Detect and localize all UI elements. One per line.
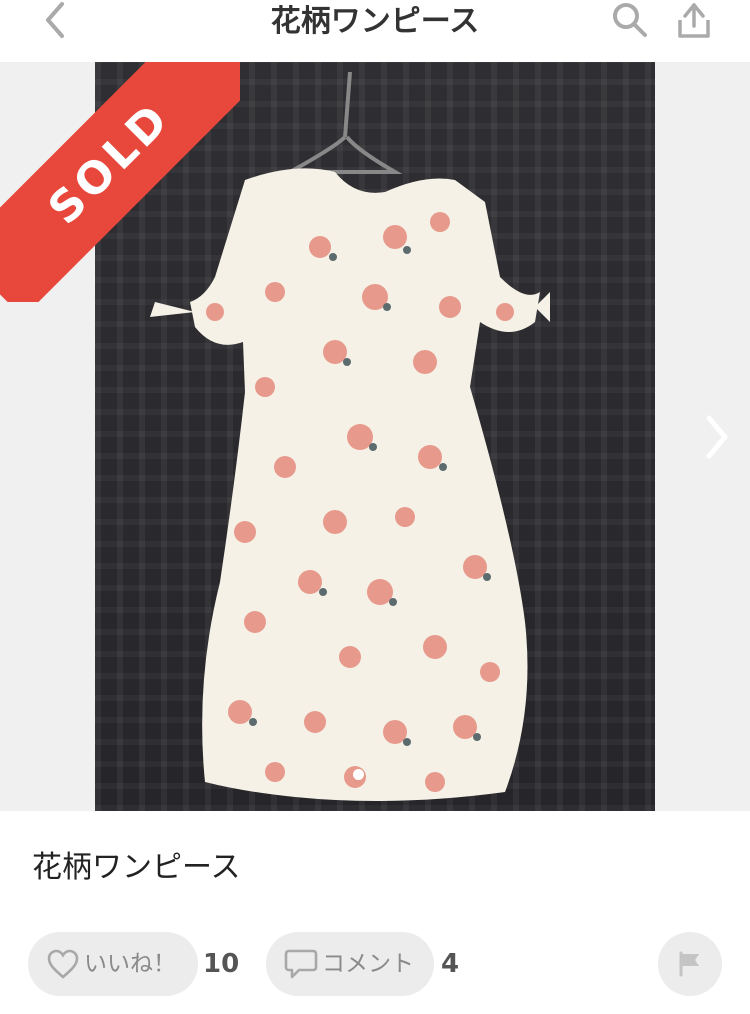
comment-count: 4 [441, 949, 460, 979]
item-name: 花柄ワンピース [32, 850, 241, 885]
share-icon [678, 3, 710, 38]
report-button[interactable] [658, 932, 722, 996]
image-gallery[interactable]: SOLD [0, 62, 750, 811]
like-count: 10 [203, 949, 240, 979]
search-icon [613, 3, 647, 37]
share-button[interactable] [672, 0, 716, 40]
like-button[interactable]: いいね！ [28, 932, 198, 996]
sold-label: SOLD [0, 62, 240, 302]
speech-bubble-icon [284, 949, 318, 979]
like-label: いいね！ [84, 951, 176, 977]
sold-badge: SOLD [0, 62, 240, 302]
header: 花柄ワンピース [0, 0, 750, 62]
comment-button[interactable]: コメント [266, 932, 434, 996]
page-indicator-dot [353, 769, 364, 780]
search-button[interactable] [610, 0, 650, 40]
flag-icon [679, 951, 699, 977]
heart-icon [47, 949, 79, 979]
comment-label: コメント [322, 951, 414, 977]
chevron-right-icon [706, 415, 728, 459]
next-image-button[interactable] [700, 412, 734, 462]
